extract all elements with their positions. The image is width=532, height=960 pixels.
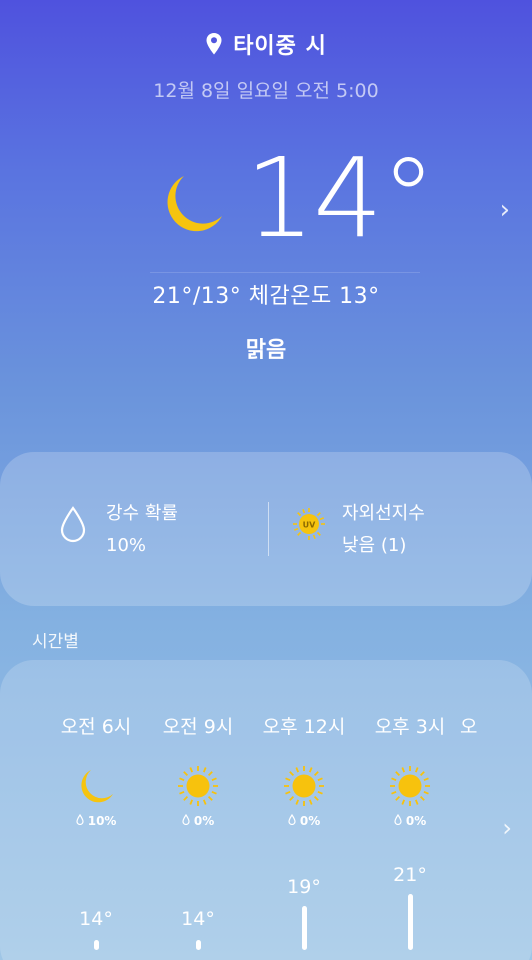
precipitation-value: 10% [106, 535, 147, 556]
hourly-time: 오 [460, 716, 478, 738]
hourly-precip: 0% [148, 813, 248, 828]
temperature-range: 21°/13° 체감온도 13° [152, 284, 380, 309]
date-time: 12월 8일 일요일 오전 5:00 [153, 80, 379, 102]
hourly-time: 오후 12시 [262, 716, 346, 738]
hourly-precip: 0% [254, 813, 354, 828]
info-divider [268, 502, 269, 556]
moon-icon [81, 770, 113, 803]
raindrop-icon [75, 813, 88, 828]
current-temperature: 14° [245, 134, 436, 262]
hourly-temp: 14° [79, 908, 113, 930]
location-name: 타이중 시 [233, 34, 327, 59]
uv-index-value: 낮음 (1) [342, 535, 407, 556]
moon-icon [167, 176, 222, 232]
raindrop-icon [60, 506, 86, 543]
hourly-temp-bar [408, 894, 413, 950]
hourly-item: 오후 12시 0% 19° [254, 660, 354, 960]
raindrop-icon [182, 813, 194, 828]
current-weather[interactable]: 14° › [0, 134, 532, 273]
hourly-item: 오전 9시 0% 14° [148, 660, 248, 960]
hourly-precip: 10% [46, 813, 146, 828]
raindrop-icon [288, 813, 300, 828]
hourly-forecast[interactable]: 오전 6시 10% 14° 오전 9시 0% 14° 오후 12시 0% 19°… [0, 660, 532, 960]
sun-icon [390, 766, 430, 806]
precipitation-label: 강수 확률 [106, 503, 178, 524]
divider [150, 272, 420, 273]
hourly-temp: 19° [287, 876, 321, 898]
location-button[interactable]: 타이중 시 [0, 28, 532, 60]
hourly-time: 오전 9시 [162, 716, 234, 738]
sun-icon [178, 766, 218, 806]
precipitation-info: 강수 확률 10% [56, 500, 178, 562]
header: 타이중 시 12월 8일 일요일 오전 5:00 [0, 28, 532, 103]
location-pin-icon [206, 33, 222, 55]
raindrop-icon [394, 813, 406, 828]
hourly-temp: 14° [181, 908, 215, 930]
uv-sun-icon: UV [293, 508, 325, 540]
hourly-item: 오후 3시 0% 21° [360, 660, 460, 960]
hourly-title: 시간별 [32, 632, 79, 652]
chevron-right-icon[interactable]: › [500, 195, 510, 225]
hourly-temp-bar [196, 940, 201, 950]
hourly-item: 오전 6시 10% 14° [46, 660, 146, 960]
hourly-time: 오후 3시 [374, 716, 446, 738]
hourly-precip: 0% [360, 813, 460, 828]
hourly-temp: 21° [393, 864, 427, 886]
hourly-temp-bar [302, 906, 307, 950]
weather-condition: 맑음 [245, 338, 287, 363]
hourly-item: 오 [460, 660, 484, 960]
info-card: 강수 확률 10% UV 자외선지수 낮음 (1) [0, 452, 532, 606]
sun-icon [284, 766, 324, 806]
hourly-time: 오전 6시 [60, 716, 132, 738]
svg-text:UV: UV [303, 521, 316, 530]
chevron-right-icon[interactable]: › [502, 814, 512, 842]
uv-index-info: UV 자외선지수 낮음 (1) [292, 500, 425, 562]
uv-index-label: 자외선지수 [342, 503, 425, 524]
hourly-temp-bar [94, 940, 99, 950]
